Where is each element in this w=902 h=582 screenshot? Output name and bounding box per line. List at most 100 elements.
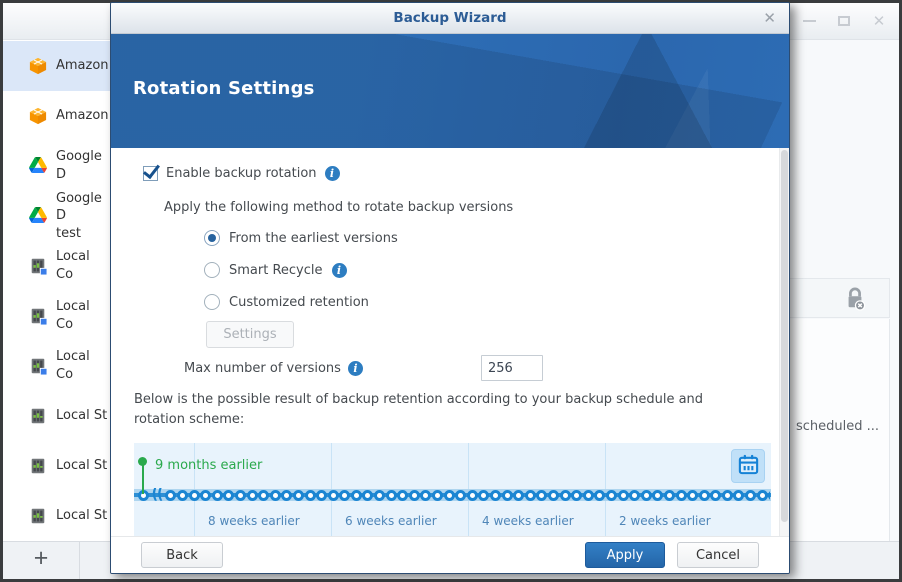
version-marker — [490, 489, 502, 501]
sidebar-item[interactable]: Local St — [3, 391, 110, 441]
version-marker — [547, 489, 559, 501]
dialog-titlebar: Backup Wizard ✕ — [111, 3, 789, 34]
version-marker — [316, 489, 328, 501]
backup-wizard-dialog: Backup Wizard ✕ Rotation Settings Enable… — [110, 2, 790, 574]
add-backup-task-button[interactable]: + — [3, 542, 80, 579]
radio-label: Smart Recycle — [229, 262, 323, 278]
version-marker — [536, 489, 548, 501]
sidebar-item[interactable]: Amazon — [3, 41, 110, 91]
version-marker — [455, 489, 467, 501]
timeline-column-label: 2 weeks earlier — [619, 514, 711, 529]
sidebar-item[interactable]: Google D — [3, 141, 110, 191]
version-marker — [339, 489, 351, 501]
settings-button[interactable]: Settings — [206, 321, 294, 348]
radio-from-earliest[interactable]: From the earliest versions — [204, 229, 769, 247]
minimize-icon[interactable] — [801, 13, 817, 29]
cancel-button[interactable]: Cancel — [677, 542, 759, 568]
amazon-cloud-icon — [29, 57, 47, 75]
sidebar-item-label: Amazon — [56, 108, 109, 124]
version-marker — [733, 489, 745, 501]
sidebar-item[interactable]: Google D test — [3, 191, 110, 241]
info-icon[interactable] — [324, 166, 340, 181]
start-marker-label: 9 months earlier — [155, 458, 263, 474]
info-icon[interactable] — [331, 262, 347, 278]
radio-button[interactable] — [204, 262, 220, 278]
background-panel-toolbar — [790, 278, 890, 318]
radio-button[interactable] — [204, 230, 220, 246]
version-marker — [721, 489, 733, 501]
version-marker — [165, 489, 177, 501]
sidebar-item-label: Amazon — [56, 58, 109, 74]
version-marker — [501, 489, 513, 501]
info-icon[interactable] — [347, 360, 363, 376]
maximize-icon[interactable] — [836, 13, 852, 29]
sidebar-item-label: Google D test — [56, 190, 102, 241]
version-marker — [617, 489, 629, 501]
local-server-icon — [29, 507, 47, 525]
version-marker — [258, 489, 270, 501]
sidebar-item[interactable]: Local Co — [3, 291, 110, 341]
version-marker — [408, 489, 420, 501]
version-marker — [327, 489, 339, 501]
max-versions-input[interactable] — [480, 355, 543, 381]
version-marker — [559, 489, 571, 501]
radio-label: From the earliest versions — [229, 230, 398, 246]
max-versions-label: Max number of versions — [184, 360, 341, 376]
version-marker — [234, 489, 246, 501]
version-marker — [211, 489, 223, 501]
version-marker — [675, 489, 687, 501]
version-marker — [200, 489, 212, 501]
version-marker — [756, 489, 768, 501]
timeline-break-icon: (( — [151, 488, 164, 503]
sidebar-item[interactable]: Local St — [3, 441, 110, 491]
radio-button[interactable] — [204, 294, 220, 310]
back-button[interactable]: Back — [141, 542, 223, 568]
radio-customized-retention[interactable]: Customized retention — [204, 293, 769, 311]
version-marker — [687, 489, 699, 501]
unlink-lock-icon[interactable] — [844, 287, 866, 311]
background-panel-card: scheduled ... — [790, 319, 890, 541]
version-marker — [246, 489, 258, 501]
version-marker — [304, 489, 316, 501]
version-marker — [594, 489, 606, 501]
version-marker — [350, 489, 362, 501]
version-marker — [768, 489, 770, 501]
google-drive-icon — [29, 207, 47, 225]
enable-rotation-row: Enable backup rotation — [143, 166, 769, 181]
sidebar-item-label: Local Co — [56, 299, 90, 332]
apply-button[interactable]: Apply — [585, 542, 665, 568]
local-server-linked-icon — [29, 357, 48, 376]
rotation-method-group: From the earliest versions Smart Recycle… — [204, 229, 769, 311]
dialog-content: Enable backup rotation Apply the followi… — [111, 148, 789, 536]
amazon-cloud-icon — [29, 107, 47, 125]
sidebar-item-label: Local Co — [56, 349, 90, 382]
version-marker — [223, 489, 235, 501]
version-marker — [513, 489, 525, 501]
scrollbar-thumb[interactable] — [781, 150, 788, 522]
dialog-scrollbar[interactable] — [779, 148, 789, 536]
version-marker — [281, 489, 293, 501]
version-marker — [745, 489, 757, 501]
window-close-icon[interactable]: ✕ — [871, 13, 887, 29]
max-versions-row: Max number of versions — [184, 355, 769, 381]
dialog-close-icon[interactable]: ✕ — [763, 9, 776, 27]
window-controls: ✕ — [801, 11, 887, 31]
version-marker — [385, 489, 397, 501]
start-marker-dot — [138, 457, 147, 467]
enable-rotation-checkbox[interactable] — [143, 166, 158, 181]
sidebar-item[interactable]: Local Co — [3, 341, 110, 391]
version-marker — [397, 489, 409, 501]
radio-label: Customized retention — [229, 294, 369, 310]
local-server-icon — [29, 407, 47, 425]
timeline-column-label: 8 weeks earlier — [208, 514, 300, 529]
radio-smart-recycle[interactable]: Smart Recycle — [204, 261, 769, 279]
sidebar-item[interactable]: Local St — [3, 491, 110, 541]
sidebar-item[interactable]: Local Co — [3, 241, 110, 291]
result-note-text: Below is the possible result of backup r… — [134, 392, 704, 428]
sidebar-list: Amazon Amazon Google D Google D test Local C… — [3, 41, 110, 541]
dialog-title: Backup Wizard — [393, 10, 507, 26]
version-marker — [420, 489, 432, 501]
sidebar-item[interactable]: Amazon — [3, 91, 110, 141]
sidebar-item-label: Local St — [56, 508, 108, 524]
calendar-view-button[interactable] — [731, 449, 765, 484]
